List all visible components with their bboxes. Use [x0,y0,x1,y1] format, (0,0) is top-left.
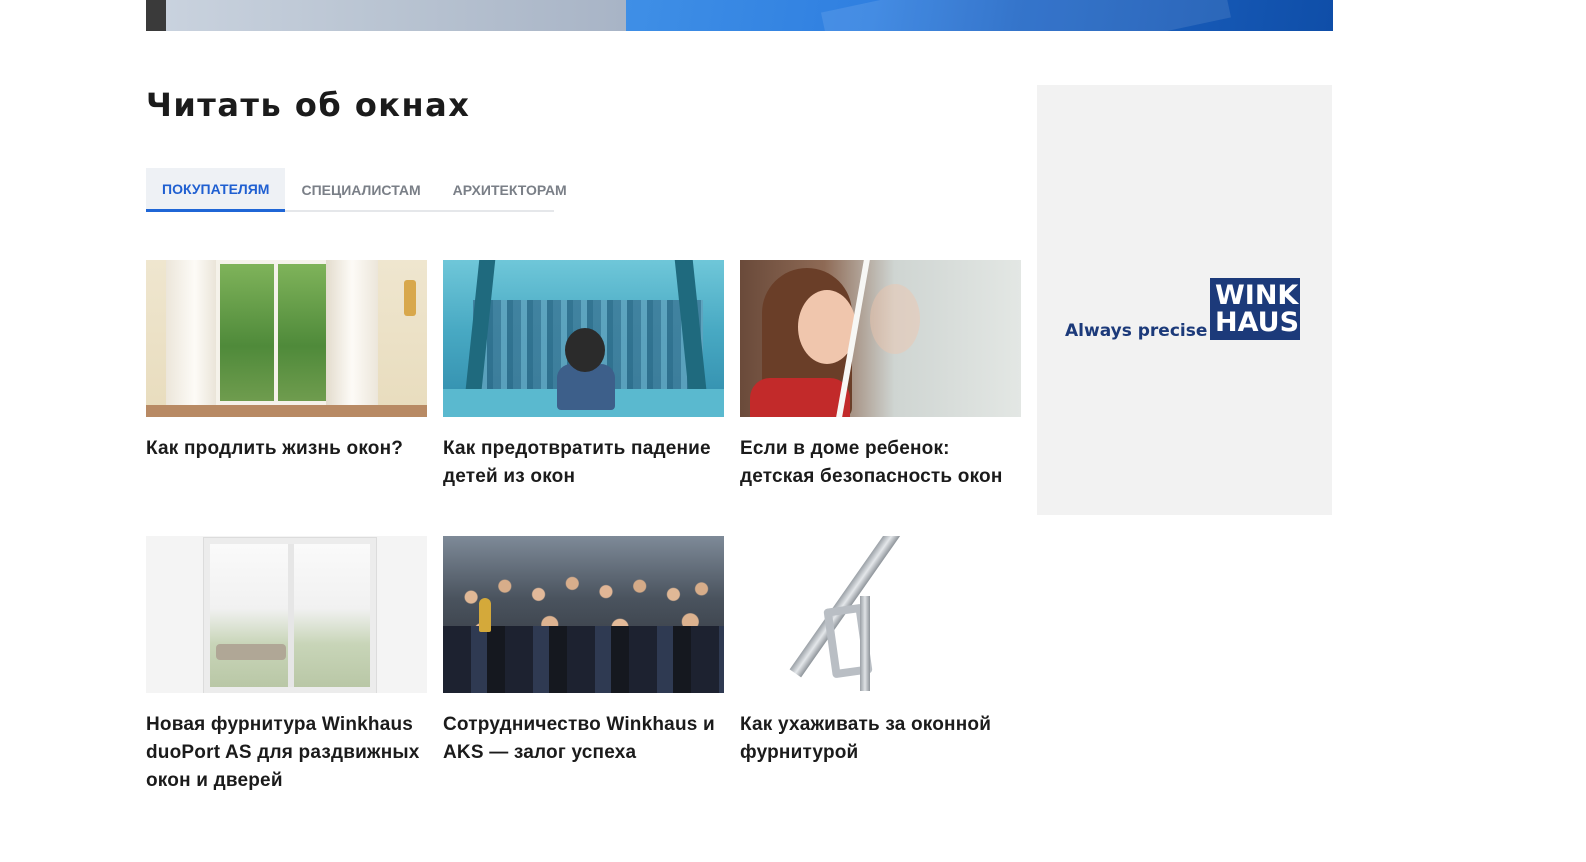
article-title[interactable]: Если в доме ребенок: детская безопасност… [740,435,1021,491]
article-card[interactable]: Новая фурнитура Winkhaus duoPort AS для … [146,536,427,795]
article-title[interactable]: Как ухаживать за оконной фурнитурой [740,711,1021,767]
window-shape [216,260,336,405]
section-title: Читать об окнах [146,86,471,124]
wall-sconce [404,280,416,316]
audience-tabs: Покупателям Специалистам Архитекторам [146,168,567,212]
sofa [216,644,286,660]
reflection [870,284,920,354]
article-image[interactable] [443,536,724,693]
sliding-door [204,538,376,693]
suits [443,626,724,693]
logo-line-2: HAUS [1215,307,1300,338]
tab-architects[interactable]: Архитекторам [437,168,583,212]
article-card[interactable]: Как предотвратить падение детей из окон [443,260,724,491]
top-banner-image-right [626,0,1333,31]
logo-line-1: WINK [1215,280,1299,311]
ad-tagline: Always precise [1065,321,1208,341]
article-title[interactable]: Как продлить жизнь окон? [146,435,427,463]
tab-specialists[interactable]: Специалистам [285,168,436,212]
trophy-icon [479,598,491,632]
winkhaus-ad[interactable]: Always precise WINK HAUS [1037,85,1332,515]
article-image[interactable] [146,536,427,693]
article-card[interactable]: Сотрудничество Winkhaus и AKS — залог ус… [443,536,724,767]
curtain-right [326,260,378,417]
hardware-strip [860,596,870,691]
girl-shirt [750,378,850,417]
floor [146,405,427,417]
article-title[interactable]: Как предотвратить падение детей из окон [443,435,724,491]
tab-buyers[interactable]: Покупателям [146,168,286,212]
winkhaus-logo: WINK HAUS [1210,278,1300,340]
article-image[interactable] [443,260,724,417]
article-card[interactable]: Как ухаживать за оконной фурнитурой [740,536,1021,767]
child-head [565,328,605,372]
top-banner[interactable] [146,0,1333,31]
article-card[interactable]: Если в доме ребенок: детская безопасност… [740,260,1021,491]
article-image[interactable] [740,260,1021,417]
article-title[interactable]: Новая фурнитура Winkhaus duoPort AS для … [146,711,427,795]
article-image[interactable] [740,536,1021,693]
article-card[interactable]: Как продлить жизнь окон? [146,260,427,463]
article-title[interactable]: Сотрудничество Winkhaus и AKS — залог ус… [443,711,724,767]
top-banner-image-left [146,0,626,31]
article-image[interactable] [146,260,427,417]
